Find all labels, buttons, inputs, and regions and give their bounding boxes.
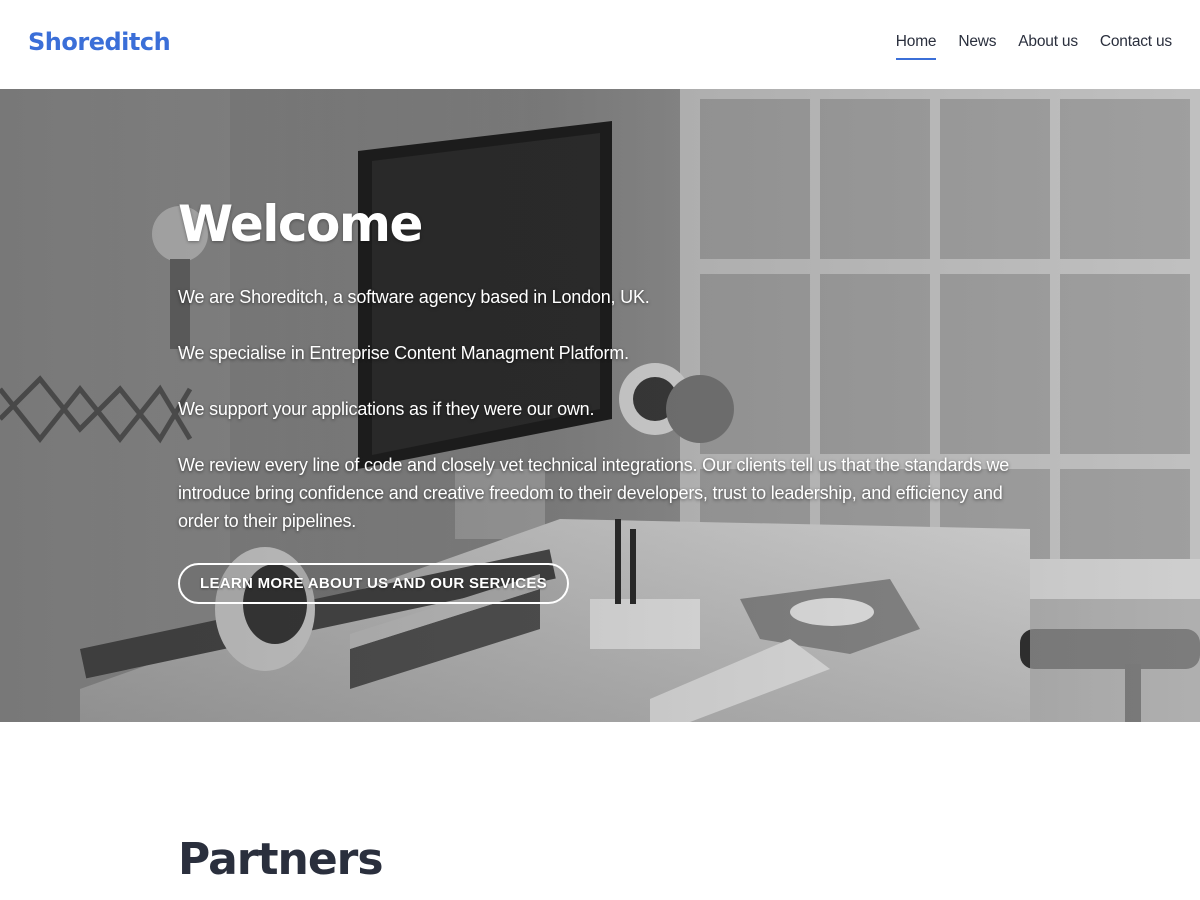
partners-heading: Partners: [178, 834, 384, 885]
nav-item-news[interactable]: News: [958, 33, 996, 59]
site-header: Shoreditch Home News About us Contact us: [0, 0, 1200, 89]
nav-active-underline: [895, 58, 937, 60]
nav-item-label: Contact us: [1099, 33, 1172, 50]
learn-more-button[interactable]: Learn more about us and our services: [178, 563, 569, 604]
hero-paragraph: We specialise in Entreprise Content Mana…: [178, 343, 629, 363]
nav-item-label: Home: [895, 33, 937, 50]
hero-section: Welcome We are Shoreditch, a software ag…: [0, 89, 1200, 722]
site-logo[interactable]: Shoreditch: [28, 28, 171, 56]
hero-title: Welcome: [178, 195, 423, 253]
nav-item-home[interactable]: Home: [895, 33, 937, 60]
main-nav: Home News About us Contact us: [895, 33, 1172, 60]
nav-item-about-us[interactable]: About us: [1018, 33, 1078, 59]
hero-paragraph: We are Shoreditch, a software agency bas…: [178, 287, 650, 307]
nav-item-label: About us: [1018, 33, 1078, 50]
nav-item-contact-us[interactable]: Contact us: [1100, 33, 1172, 59]
hero-content: Welcome We are Shoreditch, a software ag…: [178, 199, 1038, 604]
hero-paragraph: We review every line of code and closely…: [178, 455, 1010, 531]
hero-paragraph: We support your applications as if they …: [178, 399, 595, 419]
nav-item-label: News: [958, 33, 997, 50]
